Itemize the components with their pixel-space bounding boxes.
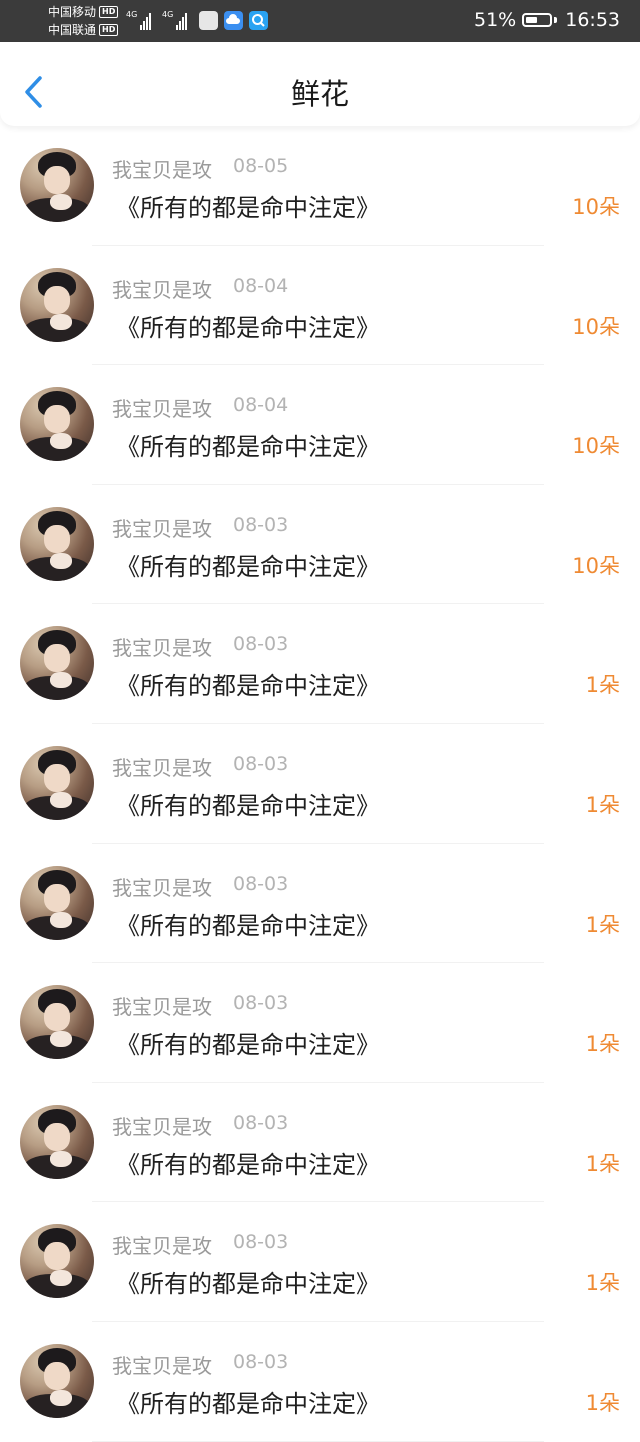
- flower-count: 10朵: [572, 314, 620, 339]
- list-item[interactable]: 我宝贝是攻 08-04 《所有的都是命中注定》 10朵: [0, 365, 640, 485]
- work-title: 《所有的都是命中注定》: [116, 911, 380, 940]
- avatar[interactable]: [20, 985, 94, 1060]
- sender-name: 我宝贝是攻: [112, 397, 212, 422]
- work-title: 《所有的都是命中注定》: [116, 433, 380, 462]
- list-item[interactable]: 我宝贝是攻 08-03 《所有的都是命中注定》 1朵: [0, 844, 640, 964]
- hd-badge-1: HD: [99, 6, 119, 18]
- work-title: 《所有的都是命中注定》: [116, 672, 380, 701]
- status-time: 16:53: [565, 9, 620, 31]
- avatar[interactable]: [20, 267, 94, 342]
- list-item[interactable]: 我宝贝是攻 08-03 《所有的都是命中注定》 1朵: [0, 604, 640, 724]
- flower-count: 10朵: [572, 195, 620, 219]
- battery-percent: 51%: [474, 9, 517, 31]
- flower-count: 1朵: [585, 673, 620, 698]
- avatar[interactable]: [20, 1343, 94, 1418]
- send-date: 08-03: [233, 752, 289, 775]
- battery-icon: [522, 13, 553, 27]
- flower-count: 1朵: [585, 792, 620, 817]
- sender-name: 我宝贝是攻: [112, 158, 212, 182]
- list-item[interactable]: 我宝贝是攻 08-03 《所有的都是命中注定》 1朵: [0, 963, 640, 1083]
- hd-badge-2: HD: [99, 24, 119, 36]
- avatar[interactable]: [20, 1224, 94, 1299]
- flower-record-list: 我宝贝是攻 08-05 《所有的都是命中注定》 10朵 我宝贝是攻 08-04 …: [0, 126, 640, 1442]
- sender-name: 我宝贝是攻: [112, 755, 212, 780]
- page-title: 鲜花: [290, 77, 349, 111]
- flower-count: 10朵: [572, 553, 620, 578]
- list-item[interactable]: 我宝贝是攻 08-03 《所有的都是命中注定》 10朵: [0, 485, 640, 605]
- work-title: 《所有的都是命中注定》: [116, 1031, 380, 1060]
- work-title: 《所有的都是命中注定》: [116, 791, 380, 820]
- sender-name: 我宝贝是攻: [112, 1114, 212, 1139]
- avatar[interactable]: [20, 865, 94, 940]
- flower-count: 1朵: [585, 1032, 620, 1057]
- list-item[interactable]: 我宝贝是攻 08-05 《所有的都是命中注定》 10朵: [0, 126, 640, 246]
- work-title: 《所有的都是命中注定》: [116, 313, 380, 342]
- sender-name: 我宝贝是攻: [112, 1353, 212, 1378]
- work-title: 《所有的都是命中注定》: [116, 194, 380, 222]
- work-title: 《所有的都是命中注定》: [116, 1150, 380, 1179]
- list-item[interactable]: 我宝贝是攻 08-03 《所有的都是命中注定》 1朵: [0, 724, 640, 844]
- search-app-icon: [249, 11, 268, 30]
- work-title: 《所有的都是命中注定》: [116, 1270, 380, 1299]
- carrier-info: 中国移动 HD 中国联通 HD: [48, 3, 119, 39]
- sender-name: 我宝贝是攻: [112, 277, 212, 302]
- send-date: 08-05: [233, 155, 289, 177]
- list-item[interactable]: 我宝贝是攻 08-03 《所有的都是命中注定》 1朵: [0, 1083, 640, 1203]
- sender-name: 我宝贝是攻: [112, 516, 212, 541]
- flower-count: 1朵: [585, 1151, 620, 1176]
- work-title: 《所有的都是命中注定》: [116, 1389, 380, 1418]
- send-date: 08-03: [233, 633, 289, 656]
- avatar[interactable]: [20, 387, 94, 462]
- list-item[interactable]: 我宝贝是攻 08-03 《所有的都是命中注定》 1朵: [0, 1322, 640, 1442]
- huawei-app-icon: [199, 11, 218, 30]
- signal-strength-icon-1: 4G: [126, 10, 152, 30]
- send-date: 08-03: [233, 1111, 289, 1134]
- send-date: 08-04: [233, 394, 289, 417]
- avatar[interactable]: [20, 148, 94, 222]
- send-date: 08-03: [233, 872, 289, 895]
- divider: [92, 1440, 544, 1442]
- send-date: 08-03: [233, 1231, 289, 1254]
- title-bar: 鲜花: [0, 42, 640, 126]
- flower-count: 10朵: [572, 434, 620, 459]
- avatar[interactable]: [20, 745, 94, 820]
- network-type-2: 4G: [162, 10, 174, 19]
- avatar[interactable]: [20, 506, 94, 581]
- work-title: 《所有的都是命中注定》: [116, 552, 380, 581]
- send-date: 08-04: [233, 274, 289, 297]
- sender-name: 我宝贝是攻: [112, 636, 212, 661]
- list-item[interactable]: 我宝贝是攻 08-04 《所有的都是命中注定》 10朵: [0, 246, 640, 366]
- sender-name: 我宝贝是攻: [112, 1234, 212, 1259]
- avatar[interactable]: [20, 626, 94, 701]
- battery-tip: [554, 17, 558, 23]
- network-type-1: 4G: [126, 10, 138, 19]
- sender-name: 我宝贝是攻: [112, 875, 212, 900]
- list-item[interactable]: 我宝贝是攻 08-03 《所有的都是命中注定》 1朵: [0, 1202, 640, 1322]
- flower-count: 1朵: [585, 1271, 620, 1296]
- battery-fill: [526, 17, 538, 23]
- send-date: 08-03: [233, 513, 289, 536]
- flower-count: 1朵: [585, 1390, 620, 1415]
- status-right: 51% 16:53: [474, 9, 620, 31]
- status-bar: 中国移动 HD 中国联通 HD 4G 4G 51% 16:53: [0, 0, 640, 42]
- send-date: 08-03: [233, 992, 289, 1015]
- send-date: 08-03: [233, 1350, 289, 1373]
- carrier-1-label: 中国移动: [48, 5, 97, 19]
- carrier-2-label: 中国联通: [48, 23, 97, 37]
- cloud-icon: [224, 11, 243, 30]
- sender-name: 我宝贝是攻: [112, 995, 212, 1020]
- signal-strength-icon-2: 4G: [162, 10, 188, 30]
- flower-count: 1朵: [585, 912, 620, 937]
- avatar[interactable]: [20, 1104, 94, 1179]
